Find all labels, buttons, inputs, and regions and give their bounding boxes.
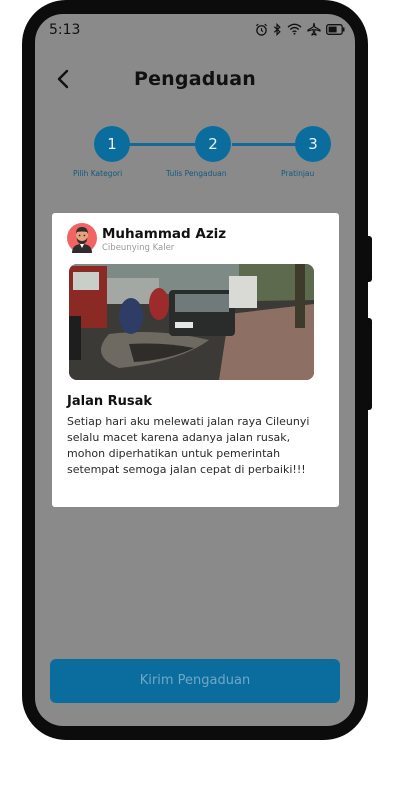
alarm-icon <box>255 23 268 36</box>
avatar <box>67 223 97 253</box>
volume-button <box>366 236 372 282</box>
power-button <box>366 318 372 410</box>
progress-stepper: 1 2 3 Pilih Kategori Tulis Pengaduan Pra… <box>53 126 337 196</box>
complaint-preview-card: Muhammad Aziz Cibeunying Kaler Jalan Rus… <box>52 213 339 507</box>
step-3-indicator: 3 <box>295 126 331 162</box>
complaint-title: Jalan Rusak <box>67 394 153 409</box>
status-bar: 5:13 <box>35 14 355 48</box>
app-header: Pengaduan <box>35 48 355 110</box>
step-1-label: Pilih Kategori <box>73 169 123 178</box>
user-name: Muhammad Aziz <box>102 226 227 242</box>
battery-icon <box>326 23 345 35</box>
status-icons <box>255 22 345 36</box>
page-title: Pengaduan <box>133 68 257 90</box>
bluetooth-icon <box>273 22 282 36</box>
step-2-label: Tulis Pengaduan <box>166 169 227 178</box>
step-3-label: Pratinjau <box>281 169 315 178</box>
user-location: Cibeunying Kaler <box>102 243 175 253</box>
submit-complaint-button[interactable]: Kirim Pengaduan <box>50 659 340 703</box>
step-1-indicator: 1 <box>94 126 130 162</box>
complaint-description: Setiap hari aku melewati jalan raya Cile… <box>67 415 310 476</box>
status-time: 5:13 <box>49 22 81 38</box>
complaint-photo <box>69 264 314 380</box>
app-screen: 5:13 Pengaduan 1 2 3 Pilih Kategori Tuli… <box>35 14 355 726</box>
airplane-icon <box>307 22 321 36</box>
step-2-indicator: 2 <box>195 126 231 162</box>
wifi-icon <box>287 23 302 35</box>
